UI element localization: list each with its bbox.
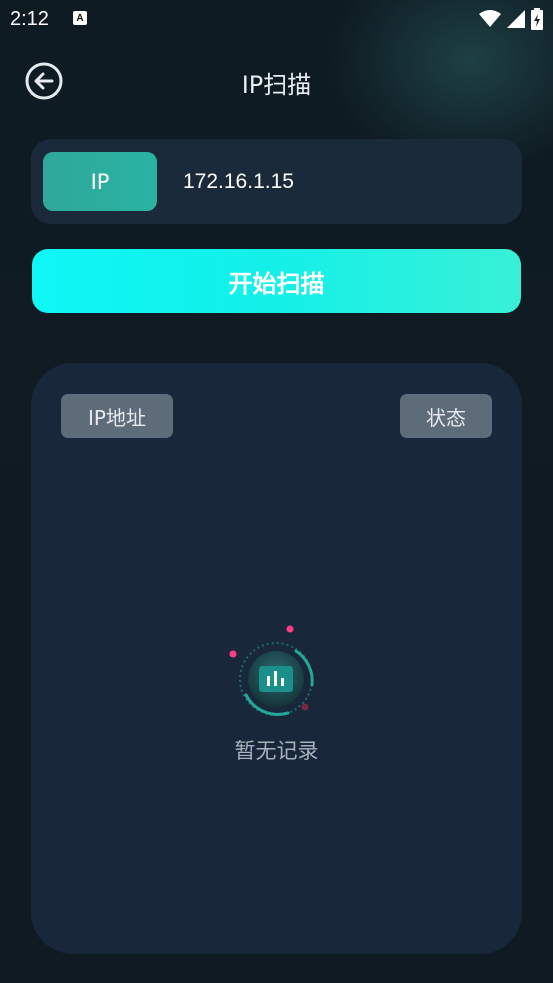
ip-input-row: IP (31, 139, 522, 224)
ip-address-input[interactable] (181, 161, 505, 203)
start-scan-button[interactable]: 开始扫描 (32, 249, 521, 313)
notification-icon: A (73, 11, 87, 25)
system-icons (479, 8, 543, 30)
page-title: IP扫描 (241, 71, 312, 99)
battery-icon (531, 8, 543, 30)
bar-chart-icon (229, 625, 314, 716)
status-bar: 2:12 A (0, 0, 553, 40)
wifi-icon (479, 10, 501, 27)
column-header-status: 状态 (400, 394, 492, 438)
ip-label-chip: IP (43, 152, 157, 211)
column-header-ip: IP地址 (61, 394, 173, 438)
empty-state: 暂无记录 (31, 625, 522, 765)
empty-state-text: 暂无记录 (234, 739, 319, 763)
app-header: IP扫描 (0, 55, 553, 107)
status-time: 2:12 (10, 8, 49, 30)
signal-icon (507, 10, 525, 28)
results-panel: IP地址 状态 暂无记录 (31, 363, 522, 954)
